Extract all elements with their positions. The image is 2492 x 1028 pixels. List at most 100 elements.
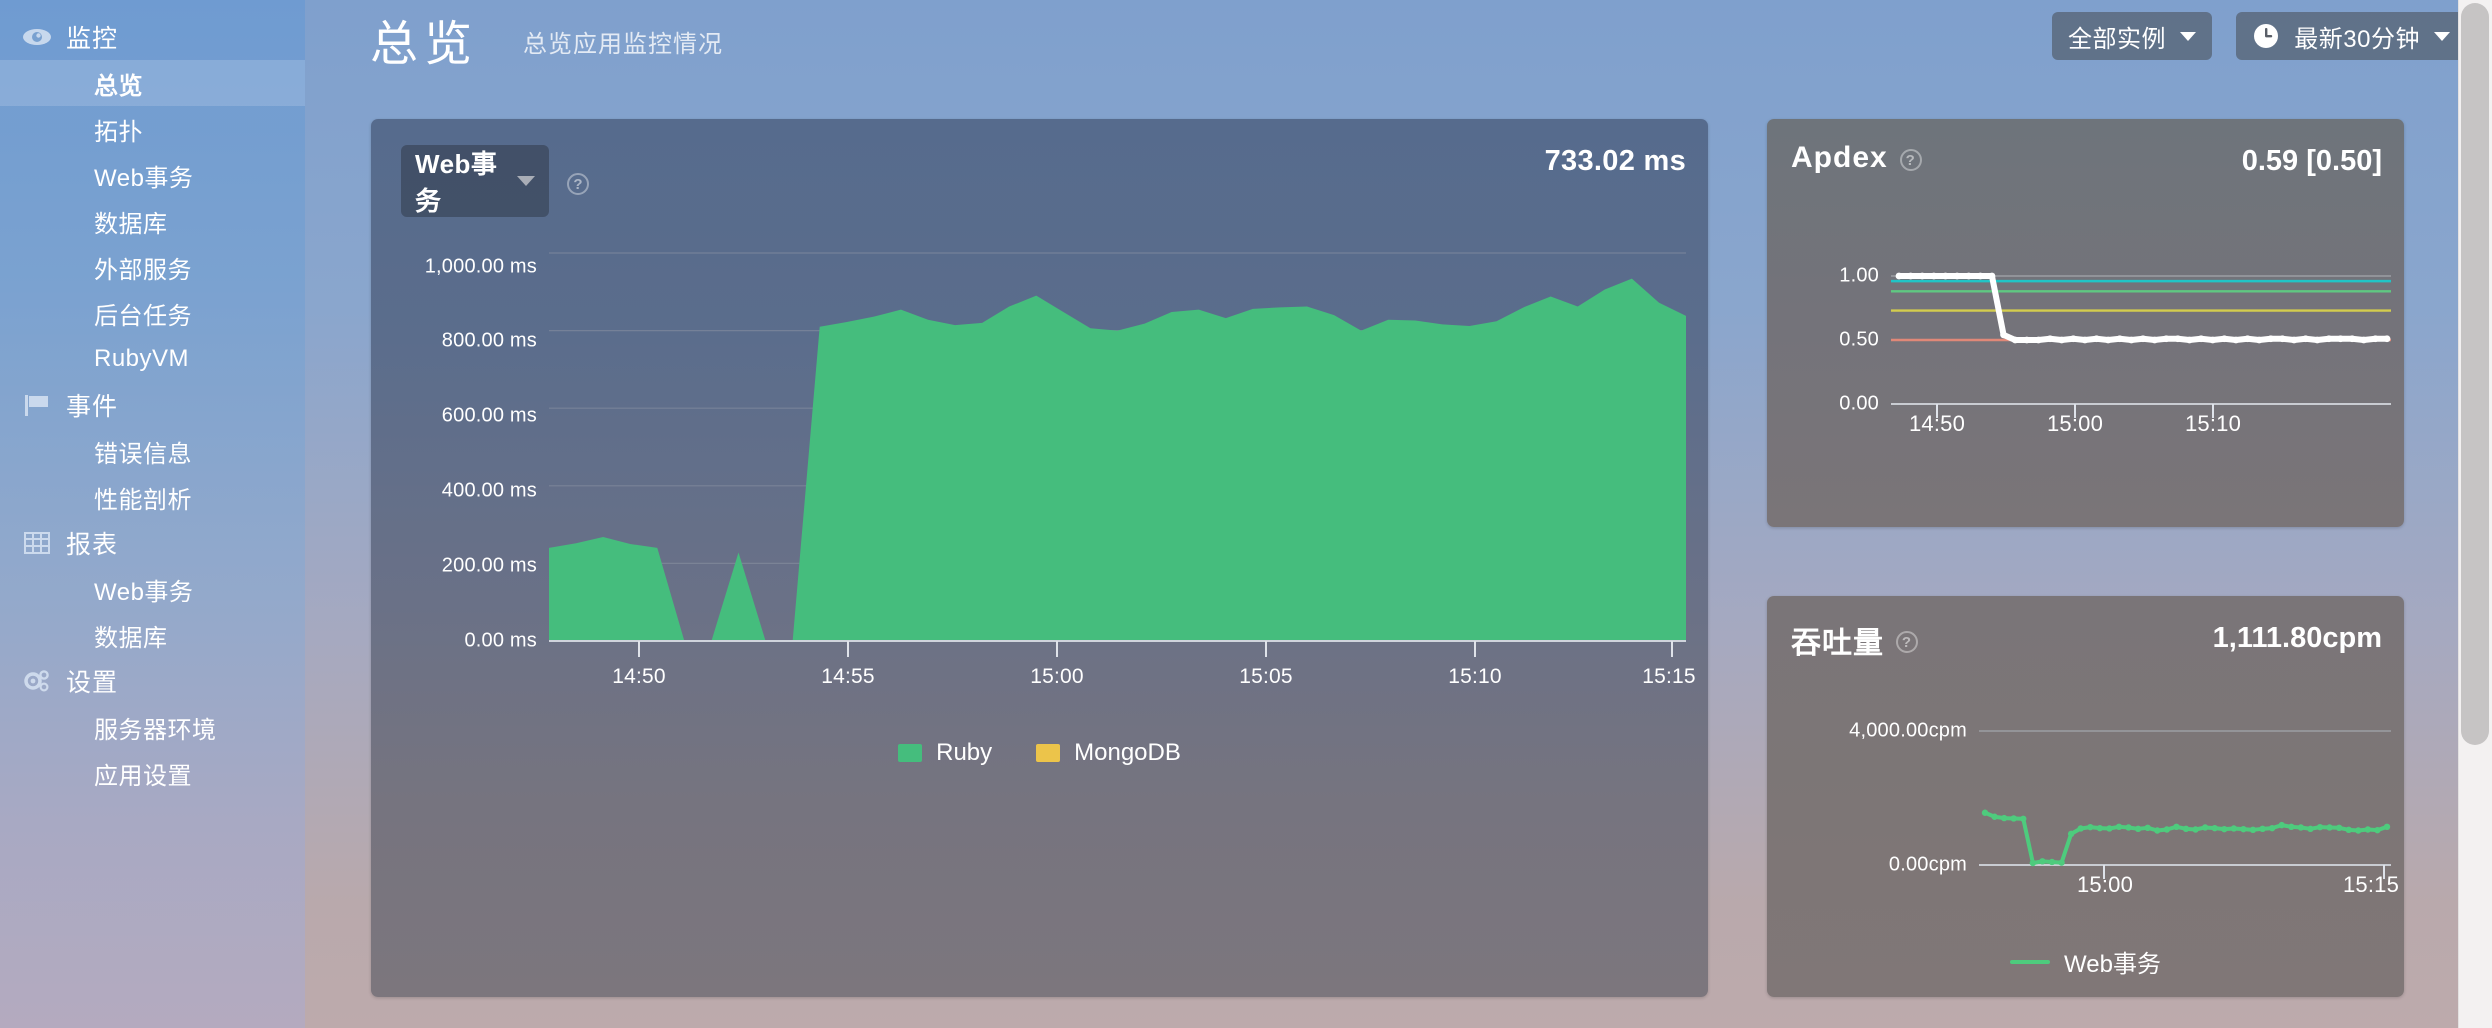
sidebar-group-reports[interactable]: 报表 <box>0 520 305 566</box>
throughput-title: 吞吐量 <box>1791 627 1884 660</box>
apdex-chart <box>1891 272 2391 405</box>
sidebar-item-label: 拓扑 <box>94 118 143 146</box>
sidebar-item-label: 数据库 <box>94 624 168 652</box>
sidebar-item-web-transactions[interactable]: Web事务 <box>0 152 305 198</box>
sidebar-item-server-environment[interactable]: 服务器环境 <box>0 704 305 750</box>
page-header: 总览 总览应用监控情况 全部实例 最新30分钟 <box>305 0 2492 72</box>
y-tick-label: 0.00cpm <box>1888 853 1967 876</box>
y-tick-label: 1,000.00 ms <box>424 255 537 278</box>
flag-icon <box>22 392 52 418</box>
sidebar-item-label: 数据库 <box>94 210 168 238</box>
sidebar-item-report-database[interactable]: 数据库 <box>0 612 305 658</box>
sidebar-item-topology[interactable]: 拓扑 <box>0 106 305 152</box>
x-tick-label: 15:05 <box>1239 665 1293 688</box>
sidebar-group-label: 事件 <box>66 393 119 421</box>
sidebar-item-errors[interactable]: 错误信息 <box>0 428 305 474</box>
sidebar-item-label: 应用设置 <box>94 762 192 790</box>
help-icon[interactable]: ? <box>1899 149 1922 171</box>
sidebar-item-label: Web事务 <box>94 164 194 192</box>
sidebar-item-label: 总览 <box>94 72 143 100</box>
x-tick-label: 14:50 <box>612 665 666 688</box>
x-tick-label: 15:15 <box>1642 665 1696 688</box>
sidebar-group-monitoring[interactable]: 监控 <box>0 14 305 60</box>
y-tick-label: 200.00 ms <box>441 554 537 577</box>
y-tick-label: 1.00 <box>1839 264 1879 287</box>
sidebar-item-label: 后台任务 <box>94 302 192 330</box>
y-tick-label: 400.00 ms <box>441 479 537 502</box>
y-tick-label: 4,000.00cpm <box>1849 719 1967 742</box>
page-subtitle: 总览应用监控情况 <box>523 31 723 58</box>
transaction-type-dropdown[interactable]: Web事务 <box>401 145 549 217</box>
x-tick-label: 15:00 <box>1030 665 1084 688</box>
apdex-value: 0.59 [0.50] <box>2241 145 2382 177</box>
sidebar-group-label: 设置 <box>66 669 119 697</box>
sidebar-item-label: Web事务 <box>94 578 194 606</box>
gears-icon <box>22 668 52 694</box>
sidebar-group-settings[interactable]: 设置 <box>0 658 305 704</box>
transaction-type-label: Web事务 <box>415 149 498 216</box>
sidebar-item-overview[interactable]: 总览 <box>0 60 305 106</box>
sidebar-item-label: 服务器环境 <box>94 716 217 744</box>
chevron-down-icon <box>2180 31 2196 41</box>
sidebar: 监控 总览 拓扑 Web事务 数据库 外部服务 后台任务 RubyVM 事件 错… <box>0 0 305 1028</box>
apdex-title-row: Apdex ? <box>1791 141 1922 175</box>
eye-icon <box>22 24 52 50</box>
legend-label: MongoDB <box>1074 739 1181 766</box>
sidebar-item-report-web-transactions[interactable]: Web事务 <box>0 566 305 612</box>
throughput-chart <box>1979 730 2391 867</box>
apdex-title: Apdex <box>1791 141 1888 174</box>
x-tick-label: 15:00 <box>2046 411 2104 436</box>
sidebar-item-label: 外部服务 <box>94 256 192 284</box>
legend-entry-web-transactions[interactable]: Web事务 <box>2010 944 2161 979</box>
legend-entry-mongodb[interactable]: MongoDB <box>1036 739 1181 767</box>
sidebar-item-background-jobs[interactable]: 后台任务 <box>0 290 305 336</box>
sidebar-group-label: 报表 <box>66 531 119 559</box>
x-tick-label: 14:50 <box>1908 411 1966 436</box>
help-icon[interactable]: ? <box>1896 631 1918 653</box>
clock-icon <box>2252 22 2280 50</box>
sidebar-item-label: 错误信息 <box>94 440 192 468</box>
y-tick-label: 0.50 <box>1839 328 1879 351</box>
apdex-panel: Apdex ? 0.59 [0.50] 1.00 0.50 0.00 14:50… <box>1767 119 2404 527</box>
page-scrollbar[interactable] <box>2458 0 2492 1028</box>
sidebar-item-external-services[interactable]: 外部服务 <box>0 244 305 290</box>
chevron-down-icon <box>517 176 535 186</box>
time-range-button[interactable]: 最新30分钟 <box>2236 12 2466 60</box>
legend-entry-ruby[interactable]: Ruby <box>898 739 992 767</box>
response-time-legend: Ruby MongoDB <box>371 739 1708 767</box>
x-axis-ticks <box>2103 865 2385 879</box>
y-tick-label: 0.00 <box>1839 392 1879 415</box>
x-tick-label: 14:55 <box>821 665 875 688</box>
x-axis-ticks <box>638 641 1673 657</box>
throughput-value: 1,111.80cpm <box>2212 622 2382 654</box>
response-time-panel: Web事务 ? 733.02 ms 1,000.00 ms 800.00 ms … <box>371 119 1708 997</box>
x-tick-label: 15:15 <box>2342 872 2400 897</box>
y-tick-label: 800.00 ms <box>441 329 537 352</box>
legend-label: Web事务 <box>2064 951 2161 978</box>
legend-label: Ruby <box>936 739 993 766</box>
throughput-panel: 吞吐量 ? 1,111.80cpm 4,000.00cpm 0.00cpm 15… <box>1767 596 2404 997</box>
legend-swatch-ruby <box>898 744 923 762</box>
sidebar-group-events[interactable]: 事件 <box>0 382 305 428</box>
help-icon[interactable]: ? <box>567 173 589 195</box>
throughput-legend: Web事务 <box>1767 944 2404 979</box>
sidebar-item-label: 性能剖析 <box>94 486 192 514</box>
legend-swatch-mongodb <box>1036 744 1061 762</box>
response-time-chart <box>549 252 1686 642</box>
y-tick-label: 600.00 ms <box>441 404 537 427</box>
instance-filter-label: 全部实例 <box>2068 25 2166 53</box>
x-tick-label: 15:10 <box>2184 411 2242 436</box>
page-title: 总览 <box>370 18 479 71</box>
instance-filter-button[interactable]: 全部实例 <box>2052 12 2212 60</box>
sidebar-item-database[interactable]: 数据库 <box>0 198 305 244</box>
scrollbar-thumb[interactable] <box>2461 3 2489 745</box>
sidebar-item-label: RubyVM <box>94 345 190 372</box>
chevron-down-icon <box>2434 31 2450 41</box>
sidebar-item-app-settings[interactable]: 应用设置 <box>0 750 305 796</box>
x-tick-label: 15:10 <box>1448 665 1502 688</box>
sidebar-item-rubyvm[interactable]: RubyVM <box>0 336 305 382</box>
sidebar-item-profiling[interactable]: 性能剖析 <box>0 474 305 520</box>
y-tick-label: 0.00 ms <box>464 629 537 652</box>
time-range-label: 最新30分钟 <box>2294 25 2420 53</box>
throughput-title-row: 吞吐量 ? <box>1791 618 1918 662</box>
